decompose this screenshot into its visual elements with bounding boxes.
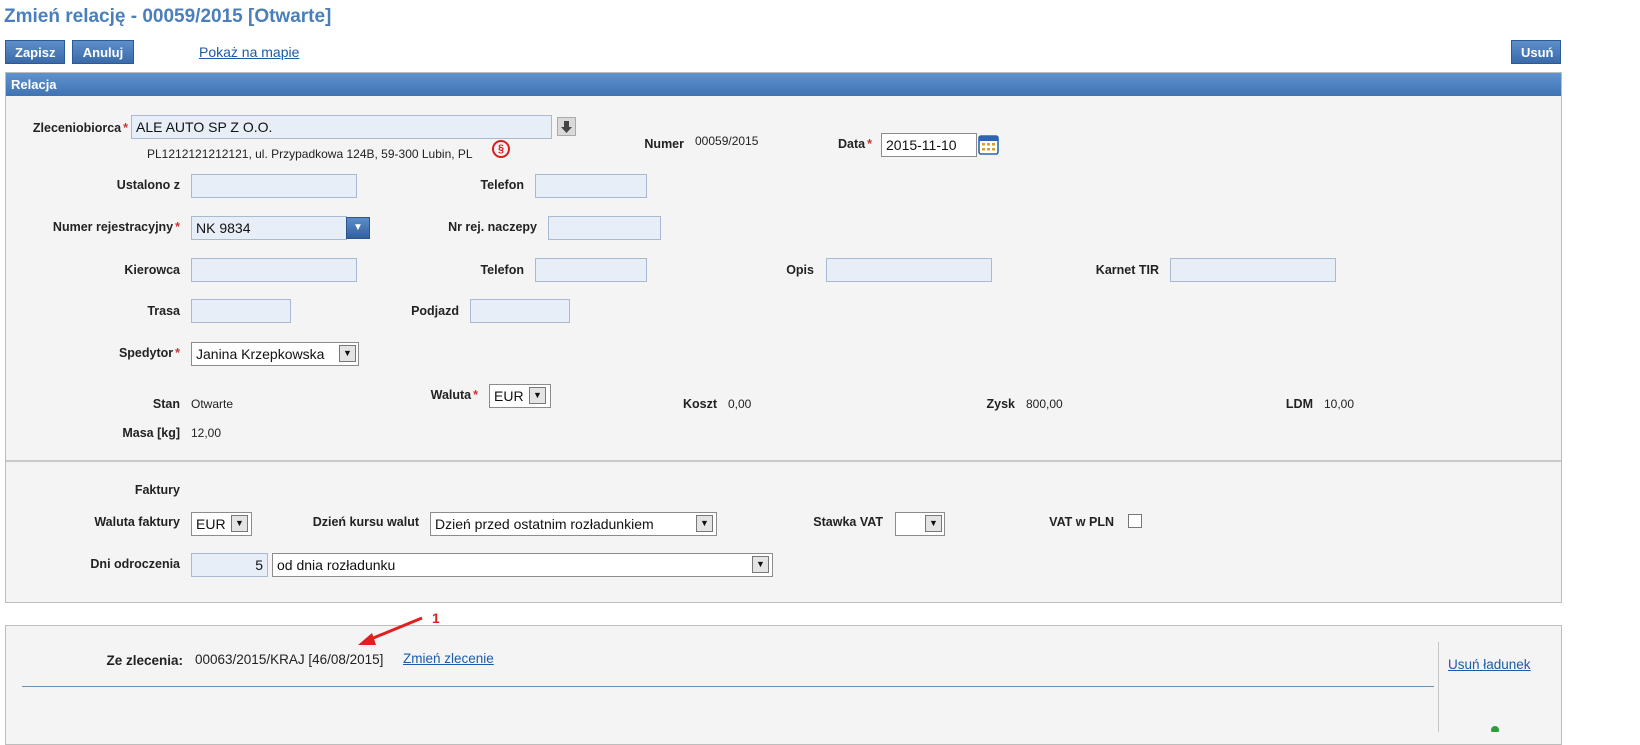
data-input[interactable]: 2015-11-10 (881, 133, 977, 157)
spedytor-select[interactable]: Janina Krzepkowska (191, 342, 359, 366)
ldm-value: 10,00 (1324, 397, 1355, 411)
chevron-down-icon[interactable]: ▼ (696, 515, 713, 532)
delete-button[interactable]: Usuń (1511, 40, 1561, 64)
dni-odroczenia-input[interactable]: 5 (191, 553, 268, 577)
karnet-tir-input[interactable] (1170, 258, 1336, 282)
zysk-label: Zysk (986, 397, 1016, 411)
spedytor-label: Spedytor * (118, 346, 180, 360)
ustalono-z-label: Ustalono z (116, 178, 180, 192)
chevron-down-icon[interactable]: ▼ (529, 387, 546, 404)
chevron-down-icon[interactable]: ▼ (346, 217, 370, 239)
chevron-down-icon[interactable]: ▼ (752, 556, 769, 573)
show-on-map-link[interactable]: Pokaż na mapie (199, 44, 299, 60)
zleceniobiorca-input[interactable]: ALE AUTO SP Z O.O. (131, 115, 552, 139)
numer-rejestracyjny-label: Numer rejestracyjny * (52, 220, 180, 234)
zleceniobiorca-label: Zleceniobiorca * (32, 121, 128, 135)
karnet-tir-label: Karnet TIR (1095, 263, 1159, 277)
chevron-down-icon[interactable]: ▼ (231, 515, 248, 532)
change-order-link[interactable]: Zmień zlecenie (403, 651, 494, 666)
kierowca-input[interactable] (191, 258, 357, 282)
section-divider (6, 460, 1561, 462)
ze-zlecenia-label: Ze zlecenia: (106, 653, 183, 668)
dzien-kursu-select[interactable]: Dzień przed ostatnim rozładunkiem (430, 512, 717, 536)
vat-w-pln-label: VAT w PLN (1049, 515, 1114, 529)
koszt-label: Koszt (682, 397, 717, 411)
telefon-kierowcy-input[interactable] (535, 258, 647, 282)
koszt-value: 0,00 (728, 397, 752, 411)
vat-w-pln-checkbox[interactable] (1128, 514, 1142, 528)
nr-rej-naczepy-input[interactable] (548, 216, 661, 240)
annotation-arrow-icon (358, 616, 423, 645)
kierowca-label: Kierowca (124, 263, 180, 277)
save-button[interactable]: Zapisz (5, 40, 65, 64)
download-arrow-icon[interactable] (557, 117, 576, 136)
zysk-value: 800,00 (1026, 397, 1063, 411)
stan-label: Stan (152, 397, 180, 411)
cancel-button[interactable]: Anuluj (72, 40, 134, 64)
order-divider (22, 686, 1434, 687)
trasa-label: Trasa (147, 304, 180, 318)
ldm-label: LDM (1285, 397, 1313, 411)
numer-value: 00059/2015 (695, 134, 759, 148)
calendar-icon[interactable] (978, 134, 999, 155)
annotation-number: 1 (432, 610, 440, 626)
stawka-vat-label: Stawka VAT (813, 515, 883, 529)
zleceniobiorca-address: PL1212121212121, ul. Przypadkowa 124B, 5… (147, 147, 473, 161)
data-label: Data * (838, 137, 872, 151)
telefon-label: Telefon (480, 178, 524, 192)
paragraph-icon[interactable]: § (492, 140, 510, 158)
nr-rej-naczepy-label: Nr rej. naczepy (448, 220, 537, 234)
chevron-down-icon[interactable]: ▼ (925, 515, 942, 532)
opis-input[interactable] (826, 258, 992, 282)
opis-label: Opis (786, 263, 814, 277)
zlecenie-panel (5, 625, 1562, 745)
dni-odroczenia-label: Dni odroczenia (90, 557, 180, 571)
telefon-input[interactable] (535, 174, 647, 198)
ustalono-z-input[interactable] (191, 174, 357, 198)
dni-odroczenia-select[interactable]: od dnia rozładunku (272, 553, 773, 577)
numer-label: Numer (644, 137, 684, 151)
relacja-header: Relacja (6, 73, 1561, 96)
waluta-faktury-label: Waluta faktury (94, 515, 180, 529)
ze-zlecenia-value: 00063/2015/KRAJ [46/08/2015] (195, 652, 384, 667)
dzien-kursu-label: Dzień kursu walut (312, 515, 419, 529)
green-marker-icon (1488, 720, 1502, 734)
stan-value: Otwarte (191, 397, 234, 411)
masa-label: Masa [kg] (122, 426, 180, 440)
trasa-input[interactable] (191, 299, 291, 323)
telefon-kierowcy-label: Telefon (480, 263, 524, 277)
page-title: Zmień relację - 00059/2015 [Otwarte] (4, 6, 332, 27)
remove-cargo-link[interactable]: Usuń ładunek (1448, 657, 1531, 672)
podjazd-input[interactable] (470, 299, 570, 323)
numer-rejestracyjny-input[interactable]: NK 9834 (191, 216, 347, 240)
faktury-heading: Faktury (134, 483, 180, 497)
podjazd-label: Podjazd (411, 304, 459, 318)
chevron-down-icon[interactable]: ▼ (339, 345, 356, 362)
masa-value: 12,00 (191, 426, 222, 440)
vertical-divider (1438, 642, 1439, 732)
waluta-label: Waluta * (430, 388, 478, 402)
